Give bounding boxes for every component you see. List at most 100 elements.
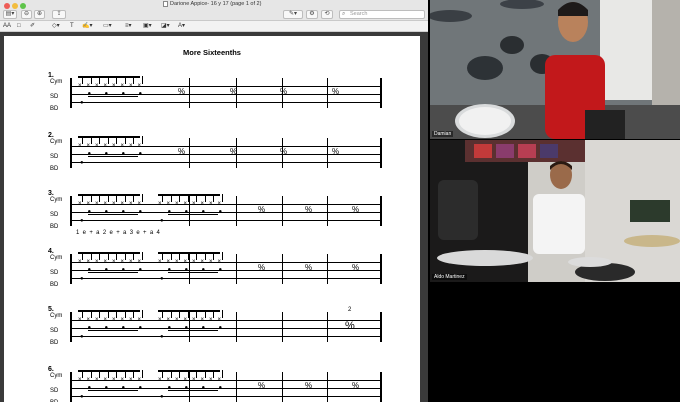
cymbal-note: × <box>158 317 162 323</box>
exercise-number: 3. <box>48 190 54 197</box>
start-barline <box>70 196 72 226</box>
cymbal-note: × <box>86 259 91 265</box>
rectangle-select-icon[interactable]: □ <box>17 22 21 31</box>
line-style-icon[interactable]: ≡▾ <box>125 22 132 31</box>
note-stem <box>213 252 214 260</box>
cymbal-note: × <box>112 143 116 149</box>
cymbal-note: × <box>217 317 222 323</box>
cymbal-note: × <box>78 143 82 149</box>
zoom-in-button[interactable]: ⊕ <box>34 10 45 19</box>
note-stem <box>82 310 83 318</box>
barline <box>189 196 190 226</box>
row-label-cym: Cym <box>50 313 63 319</box>
note-stem <box>141 252 143 260</box>
cymbal-note: × <box>129 377 133 383</box>
pdf-viewer: Darione Appice- 16 y 17 (page 1 of 2) ▤▾… <box>0 0 428 402</box>
bass-drum-note: ● <box>80 160 84 166</box>
note-stem <box>162 194 163 202</box>
shapes-icon[interactable]: ◇▾ <box>52 22 60 31</box>
bass-drum-note: ● <box>160 276 164 282</box>
cymbal-beam <box>158 310 220 312</box>
participant-name-1: Damian <box>432 131 454 137</box>
note-icon[interactable]: ▭▾ <box>103 22 112 31</box>
sketch-icon[interactable]: ✐ <box>30 22 35 31</box>
cymbal-note: × <box>129 259 133 265</box>
staff: × × ● × × ● × × ● × × ● ● × × ● × × ● × × ● × × ● ●%%% <box>70 252 382 284</box>
note-stem <box>213 370 214 378</box>
markup-pen-button[interactable]: ✎▾ <box>283 10 303 19</box>
font-icon[interactable]: A▾ <box>178 22 185 31</box>
fill-color-icon[interactable]: ◪▾ <box>161 22 170 31</box>
note-stem <box>141 310 143 318</box>
snare-note: ● <box>218 209 223 215</box>
cymbal-note: × <box>175 377 179 383</box>
start-barline <box>70 138 72 168</box>
document-area[interactable]: More Sixteenths 1. Cym SD BD × × ● × × ● × × ● × × ● ●%%… <box>0 32 428 402</box>
note-stem <box>141 76 143 84</box>
note-stem <box>179 370 180 378</box>
sidebar-toggle-button[interactable]: ▤▾ <box>3 10 17 19</box>
cymbal-note: × <box>217 201 222 207</box>
measure-repeat-sign: % <box>258 381 266 390</box>
minimize-window-button[interactable] <box>12 3 18 9</box>
share-button[interactable]: ⇪ <box>52 10 66 19</box>
cymbal-note: × <box>166 377 171 383</box>
barline <box>282 372 283 402</box>
cymbal-note: × <box>183 259 188 265</box>
note-stem <box>107 194 109 202</box>
measure-repeat-sign: % <box>332 87 340 96</box>
search-icon: ⌕ <box>342 11 346 17</box>
note-stem <box>133 310 134 318</box>
snare-note: ● <box>138 267 143 273</box>
barline <box>380 78 382 108</box>
note-stem <box>116 310 117 318</box>
search-input[interactable]: ⌕ Search <box>339 10 425 19</box>
sheet-title: More Sixteenths <box>183 48 241 57</box>
barline <box>327 312 328 342</box>
barline <box>189 138 190 168</box>
row-label-sd: SD <box>50 270 59 276</box>
note-stem <box>82 194 83 202</box>
text-box-icon[interactable]: T <box>70 22 74 31</box>
cymbal-note: × <box>78 377 82 383</box>
barline <box>380 254 382 284</box>
cymbal-note: × <box>166 259 171 265</box>
measure-repeat-sign: % <box>332 147 340 156</box>
note-stem <box>90 194 92 202</box>
cymbal-note: × <box>129 317 133 323</box>
row-label-cym: Cym <box>50 373 63 379</box>
note-stem <box>141 194 143 202</box>
zoom-window-button[interactable] <box>20 3 26 9</box>
close-window-button[interactable] <box>4 3 10 9</box>
cymbal-note: × <box>183 377 188 383</box>
cymbal-note: × <box>209 377 213 383</box>
note-stem <box>90 252 92 260</box>
staff-line <box>70 212 380 213</box>
cymbal-note: × <box>166 201 171 207</box>
exercise-5: 5. Cym SD BD × × ● × × ● × × ● × × ● ● × × ● × × ● × × ● × × ● ●% 2 <box>4 306 420 356</box>
staff-line <box>70 270 380 271</box>
cymbal-note: × <box>158 259 162 265</box>
barline <box>189 78 190 108</box>
border-color-icon[interactable]: ▣▾ <box>143 22 152 31</box>
text-style-button[interactable]: AA <box>3 22 11 31</box>
note-stem <box>116 136 117 144</box>
note-stem <box>196 370 197 378</box>
snare-beam <box>168 214 218 215</box>
staff-line <box>70 102 380 103</box>
cymbal-note: × <box>129 143 133 149</box>
cymbal-note: × <box>200 377 205 383</box>
zoom-out-button[interactable]: ⊖ <box>21 10 32 19</box>
note-stem <box>116 194 117 202</box>
cymbal-note: × <box>95 143 99 149</box>
sign-icon[interactable]: ✍▾ <box>82 22 92 31</box>
participant-video-1[interactable]: Damian <box>430 0 680 139</box>
repeat-count: 2 <box>348 307 352 313</box>
barline <box>189 372 190 402</box>
exercise-number: 1. <box>48 72 54 79</box>
note-stem <box>187 310 189 318</box>
markup-toolbox-button[interactable]: ⚙ <box>306 10 318 19</box>
rotate-button[interactable]: ⟲ <box>321 10 333 19</box>
participant-video-2[interactable]: Aldo Martinez <box>430 140 680 282</box>
staff-line <box>70 380 380 381</box>
